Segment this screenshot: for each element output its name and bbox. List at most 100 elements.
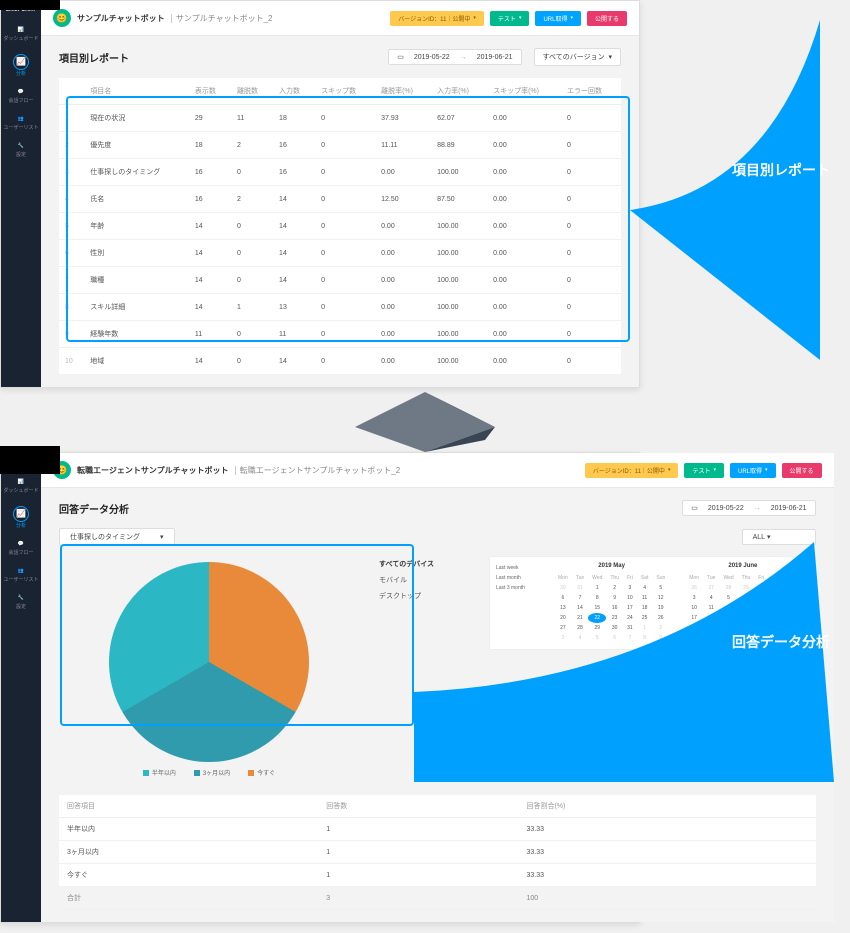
- calendar-day[interactable]: 25: [637, 613, 653, 623]
- calendar-day[interactable]: 14: [754, 603, 768, 613]
- table-row[interactable]: 6性別1401400.00100.000.000: [59, 240, 621, 267]
- calendar-day[interactable]: 6: [606, 633, 623, 643]
- calendar-day[interactable]: 8: [637, 633, 653, 643]
- calendar-day[interactable]: 27: [703, 583, 719, 593]
- table-row[interactable]: 9経験年数1101100.00100.000.000: [59, 321, 621, 348]
- version-button[interactable]: バージョンID：11｜公開中▾: [585, 463, 679, 478]
- question-select[interactable]: 仕事探しのタイミング▾: [59, 528, 175, 546]
- sidebar-item-flow[interactable]: 💬 会話フロー: [1, 83, 41, 110]
- calendar-day[interactable]: 9: [652, 633, 669, 643]
- calendar-day[interactable]: 30: [754, 583, 768, 593]
- sidebar-item-users[interactable]: 👥 ユーザーリスト: [1, 110, 41, 137]
- calendar-day[interactable]: 5: [588, 633, 606, 643]
- calendar-day[interactable]: 2: [784, 583, 801, 593]
- calendar-day[interactable]: 28: [572, 623, 588, 633]
- calendar-day[interactable]: 4: [703, 593, 719, 603]
- calendar-day[interactable]: 28: [719, 583, 737, 593]
- calendar-day[interactable]: 10: [623, 593, 637, 603]
- calendar-day[interactable]: 30: [606, 623, 623, 633]
- calendar-day[interactable]: 21: [572, 613, 588, 623]
- calendar-day[interactable]: 22: [588, 613, 606, 623]
- test-button[interactable]: テスト▾: [684, 463, 724, 478]
- url-button[interactable]: URL取得▾: [730, 463, 776, 478]
- table-row[interactable]: 7職種1401400.00100.000.000: [59, 267, 621, 294]
- date-range-picker[interactable]: ▭ 2019-05-22 → 2019-06-21: [388, 49, 521, 65]
- calendar-day[interactable]: 9: [784, 593, 801, 603]
- sidebar-item-settings[interactable]: 🔧 設定: [1, 589, 41, 616]
- table-row[interactable]: 4氏名16214012.5087.500.000: [59, 186, 621, 213]
- calendar-day[interactable]: 16: [784, 603, 801, 613]
- sidebar-item-analysis[interactable]: 📈 分析: [1, 48, 41, 83]
- calendar-day[interactable]: 12: [719, 603, 737, 613]
- calendar-day[interactable]: 13: [554, 603, 572, 613]
- calendar-day[interactable]: 23: [606, 613, 623, 623]
- calendar-day[interactable]: 16: [606, 603, 623, 613]
- calendar-day[interactable]: 29: [738, 583, 755, 593]
- calendar-day[interactable]: 1: [685, 633, 703, 643]
- calendar-day[interactable]: 6: [554, 593, 572, 603]
- calendar-day[interactable]: 24: [623, 613, 637, 623]
- calendar-day[interactable]: 21: [754, 613, 768, 623]
- calendar-day[interactable]: 31: [572, 583, 588, 593]
- calendar-day[interactable]: 11: [703, 603, 719, 613]
- calendar-day[interactable]: 2: [703, 633, 719, 643]
- calendar-day[interactable]: 26: [652, 613, 669, 623]
- calendar-day[interactable]: 19: [652, 603, 669, 613]
- calendar-day[interactable]: 7: [572, 593, 588, 603]
- calendar-may[interactable]: 2019 May MonTueWedThuFriSatSun3031123456…: [546, 563, 677, 643]
- calendar-day[interactable]: 23: [784, 613, 801, 623]
- calendar-day[interactable]: 25: [703, 623, 719, 633]
- version-button[interactable]: バージョンID：11｜公開中▾: [390, 11, 484, 26]
- url-button[interactable]: URL取得▾: [535, 11, 581, 26]
- version-select[interactable]: すべてのバージョン ▾: [534, 48, 622, 66]
- filter-all[interactable]: ALL ▾: [742, 529, 816, 545]
- calendar-day[interactable]: 17: [685, 613, 703, 623]
- calendar-day[interactable]: 27: [554, 623, 572, 633]
- table-row[interactable]: 半年以内133.33: [59, 818, 816, 841]
- device-filter-desktop[interactable]: デスクトップ: [379, 588, 469, 604]
- sidebar-item-settings[interactable]: 🔧 設定: [1, 137, 41, 164]
- calendar-day[interactable]: 1: [588, 583, 606, 593]
- calendar-day[interactable]: 26: [685, 583, 703, 593]
- publish-button[interactable]: 公開する: [587, 11, 627, 26]
- calendar-day[interactable]: 2: [652, 623, 669, 633]
- preset-last-month[interactable]: Last month: [496, 573, 546, 583]
- calendar-day[interactable]: 14: [572, 603, 588, 613]
- calendar-day[interactable]: 30: [554, 583, 572, 593]
- calendar-day[interactable]: 4: [637, 583, 653, 593]
- calendar-day[interactable]: 12: [652, 593, 669, 603]
- sidebar-item-users[interactable]: 👥 ユーザーリスト: [1, 562, 41, 589]
- calendar-day[interactable]: 18: [637, 603, 653, 613]
- table-row[interactable]: 3仕事探しのタイミング1601600.00100.000.000: [59, 159, 621, 186]
- calendar-day[interactable]: 22: [768, 613, 784, 623]
- calendar-day[interactable]: 2: [606, 583, 623, 593]
- table-row[interactable]: 今すぐ133.33: [59, 864, 816, 887]
- calendar-day[interactable]: 3: [554, 633, 572, 643]
- table-row[interactable]: 1現在の状況291118037.9362.070.000: [59, 105, 621, 132]
- calendar-day[interactable]: 9: [606, 593, 623, 603]
- calendar-day[interactable]: 29: [588, 623, 606, 633]
- date-range-picker[interactable]: ▭ 2019-05-22 → 2019-06-21: [682, 500, 815, 516]
- calendar-day[interactable]: 4: [572, 633, 588, 643]
- table-row[interactable]: 10地域1401400.00100.000.000: [59, 348, 621, 375]
- test-button[interactable]: テスト▾: [490, 11, 530, 26]
- device-filter-all[interactable]: すべてのデバイス: [379, 556, 469, 572]
- calendar-day[interactable]: 5: [652, 583, 669, 593]
- calendar-day[interactable]: 18: [703, 613, 719, 623]
- avatar[interactable]: 😊: [53, 9, 71, 27]
- calendar-day[interactable]: 1: [637, 623, 653, 633]
- calendar-day[interactable]: 31: [623, 623, 637, 633]
- preset-last-week[interactable]: Last week: [496, 563, 546, 573]
- calendar-day[interactable]: 7: [623, 633, 637, 643]
- calendar-day[interactable]: 13: [738, 603, 755, 613]
- calendar-day[interactable]: 24: [685, 623, 703, 633]
- calendar-day[interactable]: 5: [719, 593, 737, 603]
- sidebar-item-analysis[interactable]: 📈 分析: [1, 500, 41, 535]
- table-row[interactable]: 2優先度18216011.1188.890.000: [59, 132, 621, 159]
- calendar-day[interactable]: 15: [588, 603, 606, 613]
- calendar-day[interactable]: 20: [738, 613, 755, 623]
- sidebar-item-dashboard[interactable]: 📊 ダッシュボード: [1, 21, 41, 48]
- calendar-day[interactable]: 8: [588, 593, 606, 603]
- calendar-day[interactable]: 20: [554, 613, 572, 623]
- device-filter-mobile[interactable]: モバイル: [379, 572, 469, 588]
